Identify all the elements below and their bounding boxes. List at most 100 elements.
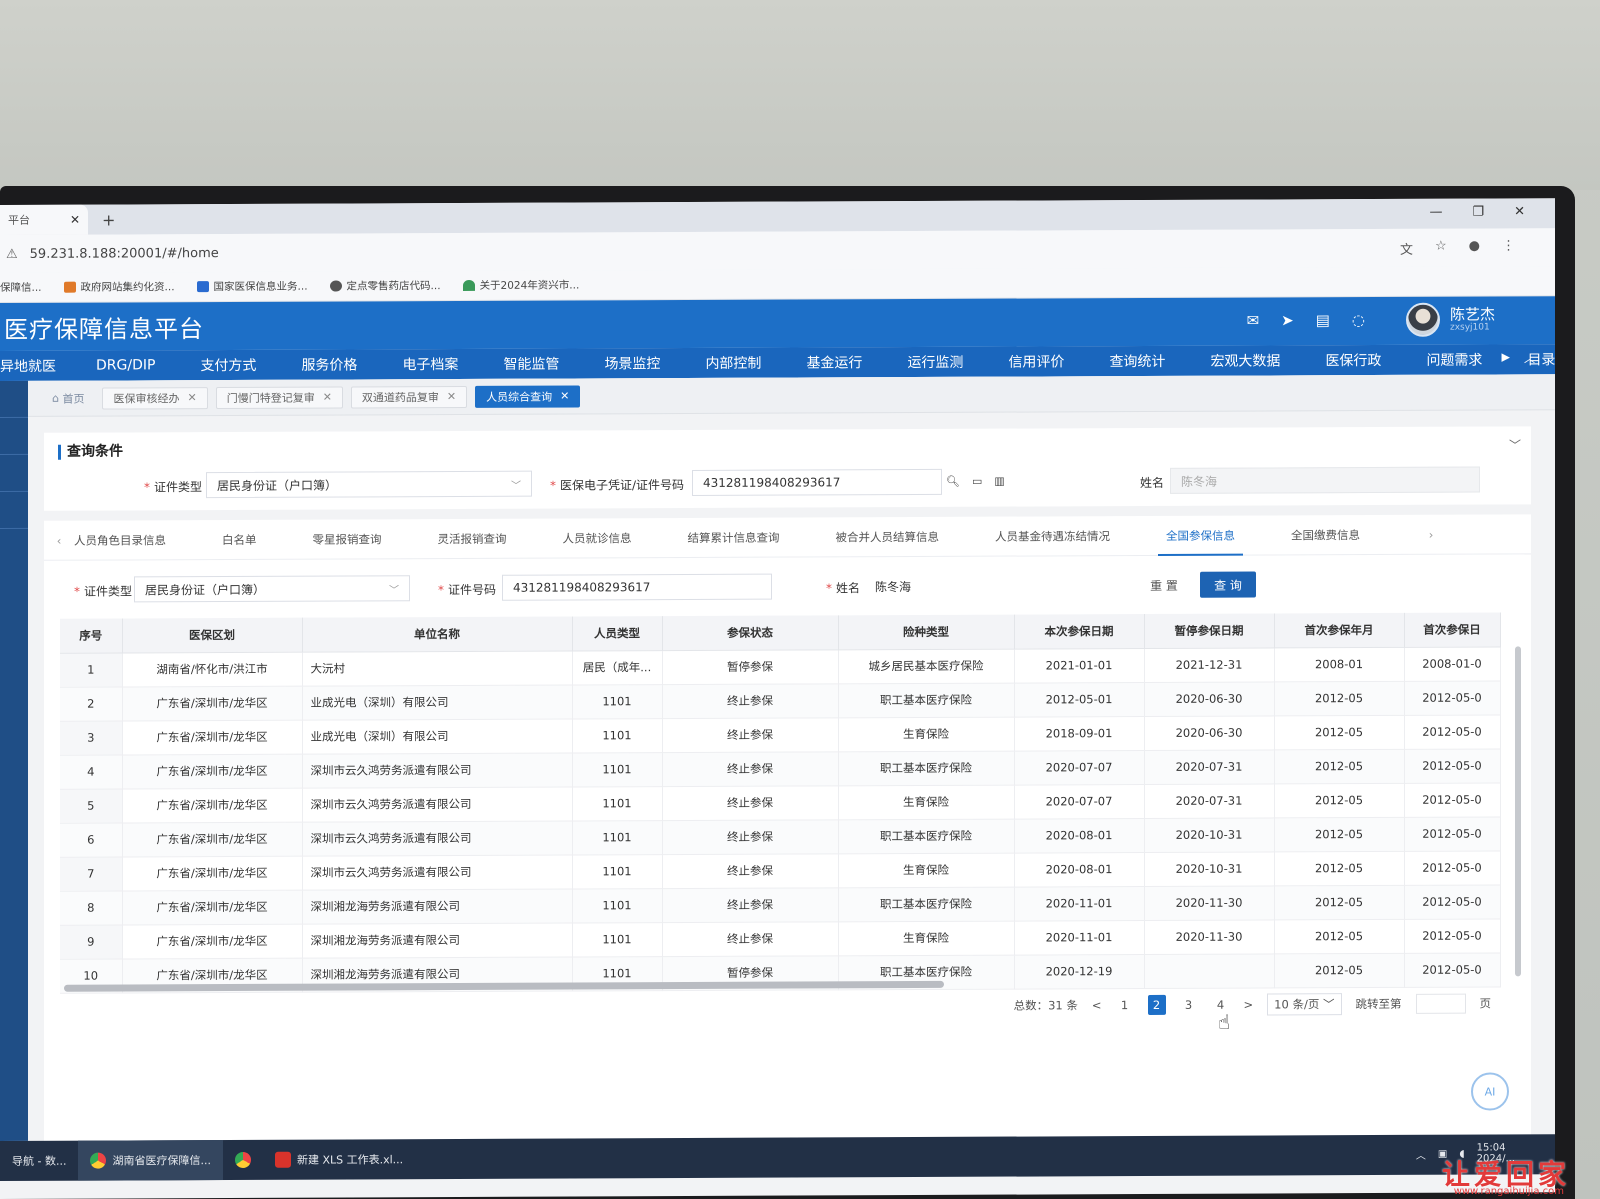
taskbar-item-browser[interactable] xyxy=(223,1140,263,1180)
barcode-icon[interactable]: ▥ xyxy=(994,475,1004,488)
subtab[interactable]: 人员就诊信息 xyxy=(563,530,632,546)
minimize-icon[interactable]: — xyxy=(1429,205,1442,220)
filter-cert-no-input[interactable]: 431281198408293617 xyxy=(502,573,772,601)
taskbar-item[interactable]: 导航 - 数... xyxy=(0,1141,78,1181)
nav-item[interactable]: 场景监控 xyxy=(604,353,660,373)
reset-button[interactable]: 重 置 xyxy=(1136,571,1192,599)
id-card-icon[interactable]: ▭ xyxy=(972,475,982,488)
subtab[interactable]: 人员基金待遇冻结情况 xyxy=(995,528,1110,545)
nav-item[interactable]: 支付方式 xyxy=(200,355,256,375)
bookmark-item[interactable]: 定点零售药店代码... xyxy=(329,278,441,293)
page-2[interactable]: 2 xyxy=(1147,994,1166,1015)
chevron-down-icon[interactable]: ﹀ xyxy=(1509,436,1521,453)
new-tab-icon[interactable]: + xyxy=(102,210,115,229)
subtab[interactable]: 零星报销查询 xyxy=(313,531,382,547)
mail-icon[interactable]: ✉ xyxy=(1247,312,1260,330)
sidebar-divider xyxy=(0,416,28,418)
prev-page-button[interactable]: < xyxy=(1092,998,1102,1012)
chevron-up-icon[interactable]: ︿ xyxy=(1524,350,1535,366)
document-icon[interactable]: ▤ xyxy=(1316,311,1330,329)
name-input[interactable]: 陈冬海 xyxy=(1170,466,1480,494)
subtab[interactable]: 全国参保信息 xyxy=(1166,527,1235,543)
nav-item[interactable]: 服务价格 xyxy=(301,354,357,374)
close-icon[interactable]: ✕ xyxy=(447,390,456,403)
filter-name-input[interactable]: 陈冬海 xyxy=(864,572,1124,600)
browser-icon xyxy=(234,1151,251,1168)
subtab[interactable]: 被合并人员结算信息 xyxy=(836,528,940,544)
nav-item[interactable]: 信用评价 xyxy=(1008,351,1064,371)
user-menu[interactable]: 陈艺杰 zxsyj101 xyxy=(1405,302,1495,337)
nav-item[interactable]: 内部控制 xyxy=(705,353,761,373)
page-size-select[interactable]: 10 条/页 ﹀ xyxy=(1267,993,1342,1016)
url-text[interactable]: 59.231.8.188:20001/#/home xyxy=(30,246,219,262)
table-cell: 终止参保 xyxy=(662,853,838,889)
nav-item[interactable]: 问题需求 xyxy=(1426,350,1482,370)
cert-type-select[interactable]: 居民身份证（户口簿） ﹀ xyxy=(206,470,532,499)
next-page-button[interactable]: > xyxy=(1244,998,1254,1012)
restore-icon[interactable]: ❐ xyxy=(1472,205,1484,220)
nav-item[interactable]: 运行监测 xyxy=(907,352,963,372)
chevron-right-icon[interactable]: ▶ xyxy=(1502,350,1510,366)
table-cell: 2012-05-01 xyxy=(1014,682,1144,717)
tab-audit[interactable]: 医保审核经办 ✕ xyxy=(102,386,208,410)
table-cell: 终止参保 xyxy=(662,887,838,923)
search-icon[interactable]: 🔍︎ xyxy=(946,475,960,488)
menu-icon[interactable]: ⋮ xyxy=(1502,238,1515,257)
chevron-left-icon[interactable]: ‹ xyxy=(44,533,74,547)
chevron-up-icon[interactable]: ︿ xyxy=(1416,1146,1426,1161)
nav-item[interactable]: 智能监管 xyxy=(503,354,559,374)
subtab[interactable]: 人员角色目录信息 xyxy=(74,532,166,548)
close-window-icon[interactable]: ✕ xyxy=(1514,204,1525,219)
address-bar[interactable]: ⚠ 59.231.8.188:20001/#/home ⽂ ☆ ● ⋮ xyxy=(0,228,1555,273)
tab-chronic-review[interactable]: 门慢门特登记复审 ✕ xyxy=(215,386,343,409)
subtab[interactable]: 白名单 xyxy=(222,531,257,547)
tab-person-query[interactable]: 人员综合查询 ✕ xyxy=(475,384,581,408)
bookmark-item[interactable]: 保障信... xyxy=(0,280,42,295)
taskbar-item-wps[interactable]: 新建 XLS 工作表.xl... xyxy=(263,1139,415,1180)
star-icon[interactable]: ☆ xyxy=(1435,239,1447,258)
avatar[interactable] xyxy=(1405,302,1440,337)
ai-assistant-icon[interactable]: AI xyxy=(1471,1072,1509,1111)
subtab[interactable]: 灵活报销查询 xyxy=(438,530,507,546)
page-3[interactable]: 3 xyxy=(1180,995,1198,1015)
jump-input[interactable] xyxy=(1415,993,1466,1014)
nav-item[interactable]: 电子档案 xyxy=(402,354,458,374)
profile-icon[interactable]: ● xyxy=(1469,239,1480,258)
nav-item[interactable]: 宏观大数据 xyxy=(1210,350,1280,370)
send-icon[interactable]: ➤ xyxy=(1281,311,1294,329)
bookmark-item[interactable]: 国家医保信息业务... xyxy=(196,279,308,294)
translate-icon[interactable]: ⽂ xyxy=(1400,239,1413,258)
bookmark-icon xyxy=(462,279,475,291)
table-cell: 2012-05-0 xyxy=(1404,850,1500,885)
bookmark-item[interactable]: 政府网站集约化资... xyxy=(63,279,175,294)
nav-item[interactable]: 基金运行 xyxy=(806,352,862,372)
table-cell: 5 xyxy=(60,788,122,823)
tab-dual-channel[interactable]: 双通道药品复审 ✕ xyxy=(350,385,468,408)
vertical-scrollbar[interactable] xyxy=(1515,646,1521,977)
bookmark-item[interactable]: 关于2024年资兴市... xyxy=(462,277,579,293)
taskbar-item-chrome[interactable]: 湖南省医疗保障信... xyxy=(78,1140,223,1181)
close-icon[interactable]: ✕ xyxy=(70,213,80,227)
subtab[interactable]: 全国缴费信息 xyxy=(1291,527,1360,543)
browser-tab[interactable]: 平台 ✕ xyxy=(0,204,88,235)
chevron-right-icon[interactable]: › xyxy=(1416,527,1446,541)
table-cell: 深圳湘龙海劳务派遣有限公司 xyxy=(302,922,572,958)
nav-item[interactable]: DRG/DIP xyxy=(96,357,155,373)
query-button[interactable]: 查 询 xyxy=(1200,571,1256,598)
table-cell: 1101 xyxy=(572,752,662,787)
nav-item[interactable]: 医保行政 xyxy=(1325,350,1381,370)
filter-cert-type-select[interactable]: 居民身份证（户口簿） ﹀ xyxy=(134,575,410,603)
security-icon[interactable]: ⚠ xyxy=(6,246,18,261)
jump-label: 跳转至第 xyxy=(1355,996,1402,1012)
chat-icon[interactable]: ◌ xyxy=(1352,311,1365,329)
tab-home[interactable]: ⌂ 首页 xyxy=(42,387,94,409)
close-icon[interactable]: ✕ xyxy=(187,391,196,404)
close-icon[interactable]: ✕ xyxy=(323,391,332,404)
page-1[interactable]: 1 xyxy=(1116,995,1134,1015)
close-icon[interactable]: ✕ xyxy=(560,390,569,403)
bookmark-icon xyxy=(196,281,209,293)
subtab[interactable]: 结算累计信息查询 xyxy=(688,529,780,545)
nav-item[interactable]: 查询统计 xyxy=(1109,351,1165,371)
cert-no-input[interactable]: 431281198408293617 xyxy=(692,468,942,496)
nav-item[interactable]: 异地就医 xyxy=(0,356,56,376)
